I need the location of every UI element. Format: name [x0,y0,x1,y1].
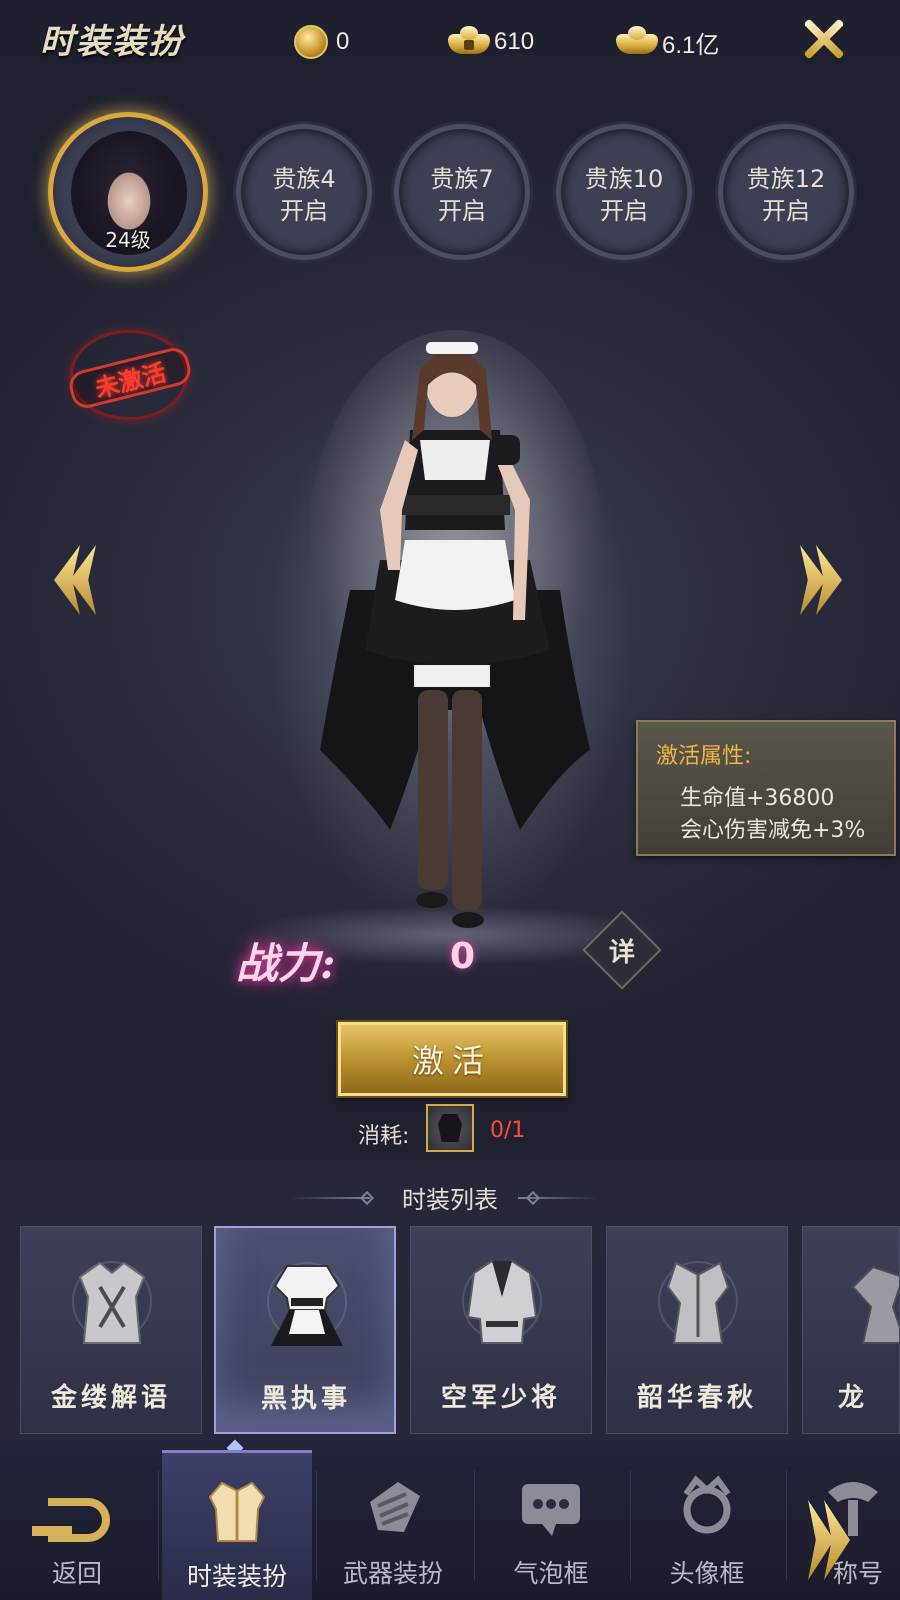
nav-label: 气泡框 [513,1559,589,1588]
costume-maid-dress-icon [271,1265,343,1346]
costume-list-header: 时装列表 [290,1180,610,1216]
costume-name: 黑执事 [260,1384,351,1414]
costume-card-partial[interactable]: 龙 [802,1226,900,1434]
noble-slot-label: 贵族12 [746,165,826,193]
noble-slot-status: 开启 [280,197,328,225]
costume-name: 金缕解语 [50,1383,171,1413]
currency-medal: 0 [288,22,349,62]
nav-more-arrow-icon[interactable] [808,1500,858,1580]
noble-slot-status: 开启 [600,197,648,225]
costume-armor-icon [78,1261,146,1344]
nav-weapon[interactable]: 武器装扮 [318,1450,468,1600]
attribute-panel: 激活属性: 生命值+36800 会心伤害减免+3% [636,720,896,856]
gold-medal-icon [288,25,332,59]
activate-button[interactable]: 激活 [338,1022,566,1096]
currency-ingot-value: 6.1亿 [662,31,720,59]
chat-bubble-icon [522,1484,580,1536]
currency-bound-ingot: 610 [446,22,534,62]
costume-card-selected[interactable]: 黑执事 [214,1226,396,1434]
costume-card[interactable]: 金缕解语 [20,1226,202,1434]
power-label: 战力: [236,939,336,988]
cost-item-outfit-icon[interactable] [426,1104,474,1152]
gold-ingot-icon [614,26,658,58]
currency-ingot: 6.1亿 [614,22,719,62]
weapon-icon [370,1482,420,1532]
character-model [310,330,600,928]
noble-slot-label: 贵族4 [272,165,336,193]
costume-uniform-icon [466,1259,538,1344]
nav-label: 武器装扮 [342,1559,443,1588]
nav-back[interactable]: 返回 [2,1450,152,1600]
detail-button-label: 详 [608,937,635,968]
costume-card[interactable]: 空军少将 [410,1226,592,1434]
noble-slot-7[interactable]: 贵族7 开启 [394,124,530,260]
attribute-title: 激活属性: [656,744,752,769]
nav-avatar-frame[interactable]: 头像框 [632,1450,782,1600]
costume-name: 韶华春秋 [636,1383,757,1413]
outfit-icon [208,1481,266,1542]
costume-name: 空军少将 [440,1383,561,1413]
attribute-line: 会心伤害减免+3% [680,818,866,843]
costume-list-title: 时装列表 [402,1186,498,1214]
noble-slot-status: 开启 [438,197,486,225]
noble-slot-4[interactable]: 贵族4 开启 [236,124,372,260]
cost-label: 消耗: [358,1124,410,1149]
noble-slot-label: 贵族7 [430,165,494,193]
close-icon[interactable] [798,14,848,64]
page-title: 时装装扮 [40,22,184,62]
nav-bubble[interactable]: 气泡框 [476,1450,626,1600]
status-stamp: 未激活 [66,330,194,420]
costume-card[interactable]: 韶华春秋 [606,1226,788,1434]
status-stamp-text: 未激活 [92,357,169,403]
costume-dragon-armor-icon [851,1265,899,1344]
noble-slot-10[interactable]: 贵族10 开启 [556,124,692,260]
nav-outfit[interactable]: 时装装扮 [162,1450,312,1600]
costume-robe-icon [666,1261,730,1344]
back-icon [32,1472,112,1542]
nav-label: 头像框 [669,1559,745,1588]
cost-value: 0/1 [490,1118,526,1143]
next-costume-arrow-icon[interactable] [798,545,848,615]
avatar[interactable]: 24级 [48,112,208,272]
avatar-frame-icon [683,1475,731,1534]
noble-slot-label: 贵族10 [584,165,664,193]
currency-bound-ingot-value: 610 [494,28,535,55]
currency-medal-value: 0 [336,28,350,55]
avatar-level: 24级 [105,228,151,252]
noble-slot-status: 开启 [762,197,810,225]
attribute-line: 生命值+36800 [680,786,835,811]
noble-slot-12[interactable]: 贵族12 开启 [718,124,854,260]
previous-costume-arrow-icon[interactable] [52,545,102,615]
power-value: 0 [450,936,476,977]
activate-button-label: 激活 [411,1042,492,1080]
costume-name: 龙 [837,1383,868,1413]
nav-label: 时装装扮 [186,1562,287,1591]
nav-label: 返回 [51,1559,102,1588]
locked-ingot-icon [446,26,490,58]
